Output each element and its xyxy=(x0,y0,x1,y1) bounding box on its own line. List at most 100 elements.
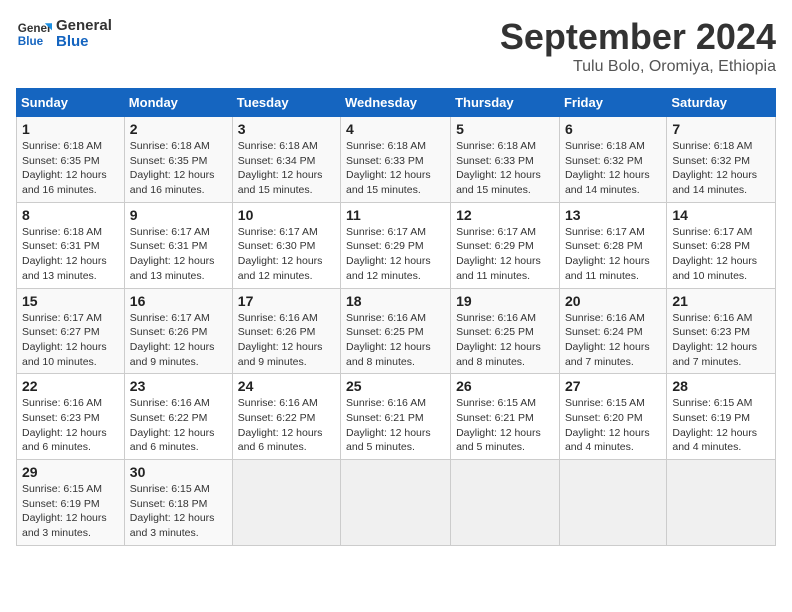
day-info: Sunrise: 6:16 AMSunset: 6:22 PMDaylight:… xyxy=(130,396,227,455)
calendar-cell xyxy=(451,460,560,546)
calendar-cell: 2 Sunrise: 6:18 AMSunset: 6:35 PMDaylight… xyxy=(124,117,232,203)
col-header-saturday: Saturday xyxy=(667,89,776,117)
day-info: Sunrise: 6:16 AMSunset: 6:23 PMDaylight:… xyxy=(22,396,119,455)
calendar-cell: 19 Sunrise: 6:16 AMSunset: 6:25 PMDayligh… xyxy=(451,288,560,374)
calendar-cell: 10 Sunrise: 6:17 AMSunset: 6:30 PMDayligh… xyxy=(232,202,340,288)
month-title: September 2024 xyxy=(500,16,776,58)
calendar-cell: 18 Sunrise: 6:16 AMSunset: 6:25 PMDayligh… xyxy=(341,288,451,374)
day-info: Sunrise: 6:16 AMSunset: 6:22 PMDaylight:… xyxy=(238,396,335,455)
day-info: Sunrise: 6:18 AMSunset: 6:31 PMDaylight:… xyxy=(22,225,119,284)
logo-line2: Blue xyxy=(56,34,112,51)
calendar-cell xyxy=(341,460,451,546)
day-info: Sunrise: 6:16 AMSunset: 6:23 PMDaylight:… xyxy=(672,311,770,370)
calendar-cell: 28 Sunrise: 6:15 AMSunset: 6:19 PMDayligh… xyxy=(667,374,776,460)
day-info: Sunrise: 6:17 AMSunset: 6:30 PMDaylight:… xyxy=(238,225,335,284)
day-number: 21 xyxy=(672,293,770,309)
day-info: Sunrise: 6:18 AMSunset: 6:35 PMDaylight:… xyxy=(22,139,119,198)
logo-icon: General Blue xyxy=(16,16,52,52)
day-number: 27 xyxy=(565,378,661,394)
day-info: Sunrise: 6:17 AMSunset: 6:31 PMDaylight:… xyxy=(130,225,227,284)
day-number: 17 xyxy=(238,293,335,309)
page-header: General Blue General Blue September 2024… xyxy=(16,16,776,76)
calendar-cell: 12Sunrise: 6:17 AMSunset: 6:29 PMDayligh… xyxy=(451,202,560,288)
calendar-cell: 15 Sunrise: 6:17 AMSunset: 6:27 PMDayligh… xyxy=(17,288,125,374)
calendar-cell: 20 Sunrise: 6:16 AMSunset: 6:24 PMDayligh… xyxy=(559,288,666,374)
day-number: 15 xyxy=(22,293,119,309)
title-block: September 2024 Tulu Bolo, Oromiya, Ethio… xyxy=(500,16,776,76)
day-info: Sunrise: 6:16 AMSunset: 6:21 PMDaylight:… xyxy=(346,396,445,455)
day-number: 20 xyxy=(565,293,661,309)
calendar-cell: 17 Sunrise: 6:16 AMSunset: 6:26 PMDayligh… xyxy=(232,288,340,374)
calendar-cell: 23 Sunrise: 6:16 AMSunset: 6:22 PMDayligh… xyxy=(124,374,232,460)
day-info: Sunrise: 6:15 AMSunset: 6:19 PMDaylight:… xyxy=(672,396,770,455)
day-info: Sunrise: 6:17 AMSunset: 6:29 PMDaylight:… xyxy=(456,225,554,284)
logo: General Blue General Blue xyxy=(16,16,112,52)
day-number: 8 xyxy=(22,207,119,223)
col-header-friday: Friday xyxy=(559,89,666,117)
day-number: 22 xyxy=(22,378,119,394)
calendar-cell: 3Sunrise: 6:18 AMSunset: 6:34 PMDaylight… xyxy=(232,117,340,203)
day-info: Sunrise: 6:17 AMSunset: 6:27 PMDaylight:… xyxy=(22,311,119,370)
calendar-cell: 8 Sunrise: 6:18 AMSunset: 6:31 PMDaylight… xyxy=(17,202,125,288)
day-number: 18 xyxy=(346,293,445,309)
day-number: 23 xyxy=(130,378,227,394)
day-number: 30 xyxy=(130,464,227,480)
calendar-cell: 1 Sunrise: 6:18 AMSunset: 6:35 PMDaylight… xyxy=(17,117,125,203)
location-subtitle: Tulu Bolo, Oromiya, Ethiopia xyxy=(500,58,776,76)
day-info: Sunrise: 6:17 AMSunset: 6:28 PMDaylight:… xyxy=(672,225,770,284)
day-number: 3 xyxy=(238,121,335,137)
calendar-cell: 30Sunrise: 6:15 AMSunset: 6:18 PMDayligh… xyxy=(124,460,232,546)
calendar-cell: 11Sunrise: 6:17 AMSunset: 6:29 PMDayligh… xyxy=(341,202,451,288)
calendar-cell: 5 Sunrise: 6:18 AMSunset: 6:33 PMDaylight… xyxy=(451,117,560,203)
calendar-cell: 21 Sunrise: 6:16 AMSunset: 6:23 PMDayligh… xyxy=(667,288,776,374)
day-number: 5 xyxy=(456,121,554,137)
calendar-cell: 25Sunrise: 6:16 AMSunset: 6:21 PMDayligh… xyxy=(341,374,451,460)
day-number: 1 xyxy=(22,121,119,137)
col-header-tuesday: Tuesday xyxy=(232,89,340,117)
day-number: 11 xyxy=(346,207,445,223)
calendar-cell: 22 Sunrise: 6:16 AMSunset: 6:23 PMDayligh… xyxy=(17,374,125,460)
day-number: 19 xyxy=(456,293,554,309)
col-header-sunday: Sunday xyxy=(17,89,125,117)
day-info: Sunrise: 6:15 AMSunset: 6:20 PMDaylight:… xyxy=(565,396,661,455)
day-info: Sunrise: 6:16 AMSunset: 6:24 PMDaylight:… xyxy=(565,311,661,370)
day-info: Sunrise: 6:17 AMSunset: 6:28 PMDaylight:… xyxy=(565,225,661,284)
calendar-cell: 24 Sunrise: 6:16 AMSunset: 6:22 PMDayligh… xyxy=(232,374,340,460)
col-header-wednesday: Wednesday xyxy=(341,89,451,117)
calendar-cell: 6 Sunrise: 6:18 AMSunset: 6:32 PMDaylight… xyxy=(559,117,666,203)
day-info: Sunrise: 6:16 AMSunset: 6:25 PMDaylight:… xyxy=(456,311,554,370)
day-number: 13 xyxy=(565,207,661,223)
day-number: 2 xyxy=(130,121,227,137)
day-info: Sunrise: 6:18 AMSunset: 6:33 PMDaylight:… xyxy=(456,139,554,198)
day-number: 6 xyxy=(565,121,661,137)
day-number: 9 xyxy=(130,207,227,223)
day-number: 24 xyxy=(238,378,335,394)
calendar-cell: 26Sunrise: 6:15 AMSunset: 6:21 PMDayligh… xyxy=(451,374,560,460)
calendar-cell: 4Sunrise: 6:18 AMSunset: 6:33 PMDaylight… xyxy=(341,117,451,203)
day-info: Sunrise: 6:18 AMSunset: 6:32 PMDaylight:… xyxy=(672,139,770,198)
calendar-table: SundayMondayTuesdayWednesdayThursdayFrid… xyxy=(16,88,776,546)
calendar-cell: 16 Sunrise: 6:17 AMSunset: 6:26 PMDayligh… xyxy=(124,288,232,374)
day-info: Sunrise: 6:16 AMSunset: 6:26 PMDaylight:… xyxy=(238,311,335,370)
day-number: 7 xyxy=(672,121,770,137)
calendar-cell: 7 Sunrise: 6:18 AMSunset: 6:32 PMDaylight… xyxy=(667,117,776,203)
day-info: Sunrise: 6:18 AMSunset: 6:33 PMDaylight:… xyxy=(346,139,445,198)
calendar-cell xyxy=(559,460,666,546)
logo-line1: General xyxy=(56,18,112,35)
calendar-cell xyxy=(667,460,776,546)
day-number: 28 xyxy=(672,378,770,394)
day-number: 10 xyxy=(238,207,335,223)
col-header-thursday: Thursday xyxy=(451,89,560,117)
calendar-cell: 29 Sunrise: 6:15 AMSunset: 6:19 PMDayligh… xyxy=(17,460,125,546)
day-info: Sunrise: 6:18 AMSunset: 6:35 PMDaylight:… xyxy=(130,139,227,198)
calendar-cell xyxy=(232,460,340,546)
calendar-cell: 9 Sunrise: 6:17 AMSunset: 6:31 PMDaylight… xyxy=(124,202,232,288)
day-info: Sunrise: 6:18 AMSunset: 6:32 PMDaylight:… xyxy=(565,139,661,198)
day-number: 16 xyxy=(130,293,227,309)
day-info: Sunrise: 6:15 AMSunset: 6:19 PMDaylight:… xyxy=(22,482,119,541)
day-info: Sunrise: 6:16 AMSunset: 6:25 PMDaylight:… xyxy=(346,311,445,370)
col-header-monday: Monday xyxy=(124,89,232,117)
calendar-cell: 14Sunrise: 6:17 AMSunset: 6:28 PMDayligh… xyxy=(667,202,776,288)
day-info: Sunrise: 6:17 AMSunset: 6:26 PMDaylight:… xyxy=(130,311,227,370)
day-number: 29 xyxy=(22,464,119,480)
